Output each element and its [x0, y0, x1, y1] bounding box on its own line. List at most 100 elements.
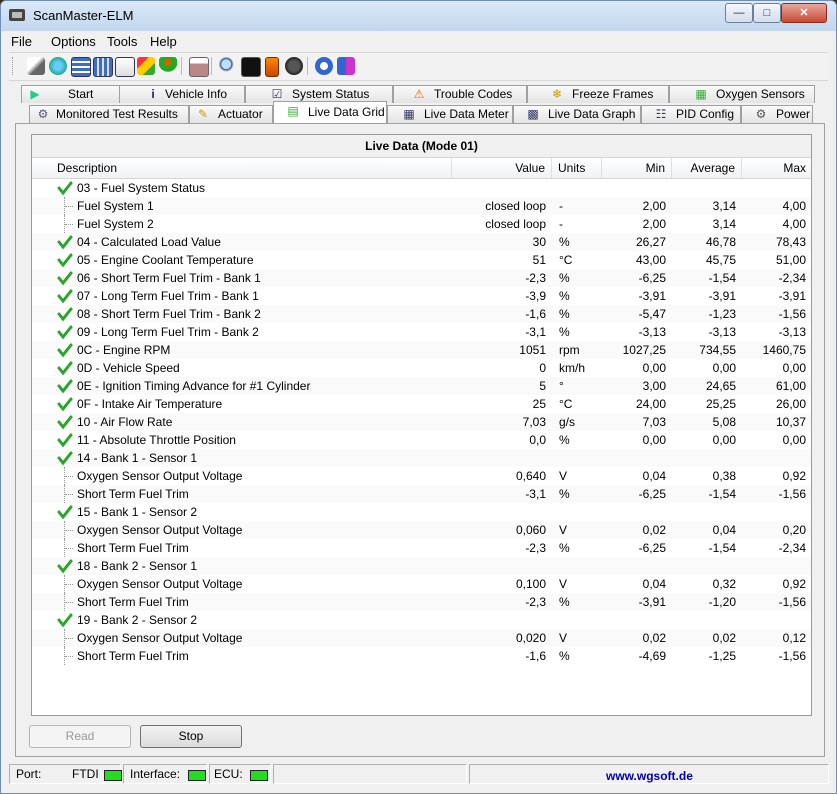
table-row[interactable]: Short Term Fuel Trim -2,3% -6,25 -1,54 -2,34 [32, 539, 811, 557]
table-row[interactable]: 09 - Long Term Fuel Trim - Bank 2 -3,1% -3… [32, 323, 811, 341]
cell-average: 0,04 [712, 523, 736, 537]
battery-icon[interactable] [265, 57, 279, 77]
grid-icon: ▤ [287, 104, 299, 118]
chart-icon[interactable] [115, 57, 135, 77]
cell-description: 05 - Engine Coolant Temperature [77, 253, 254, 267]
close-button[interactable]: ✕ [781, 3, 827, 23]
table-row[interactable]: 15 - Bank 1 - Sensor 2 [32, 503, 811, 521]
table-row[interactable]: 19 - Bank 2 - Sensor 2 [32, 611, 811, 629]
cell-max: 61,00 [775, 379, 806, 393]
table-row[interactable]: 11 - Absolute Throttle Position 0,0% 0,00 0… [32, 431, 811, 449]
cell-average [672, 557, 736, 575]
flag-icon[interactable] [137, 57, 155, 75]
cell-description: 0D - Vehicle Speed [77, 361, 180, 375]
ecu-label: ECU: [214, 767, 243, 781]
globe-icon[interactable] [49, 57, 67, 75]
tab-start[interactable]: ▶ Start [21, 85, 125, 103]
table-row[interactable]: 0F - Intake Air Temperature 25 °C 24,00 25,2… [32, 395, 811, 413]
table-row[interactable]: 18 - Bank 2 - Sensor 1 [32, 557, 811, 575]
column-value[interactable]: Value [452, 158, 552, 178]
grid-icon[interactable] [71, 57, 91, 77]
table-row[interactable]: Oxygen Sensor Output Voltage 0,100 V 0,04 0,… [32, 575, 811, 593]
tab-oxygen-sensors[interactable]: ▦ Oxygen Sensors [669, 85, 815, 103]
table-row[interactable]: 14 - Bank 1 - Sensor 1 [32, 449, 811, 467]
tab-monitored-test-results[interactable]: ⚙ Monitored Test Results [29, 105, 189, 123]
meter-icon: ▦ [403, 107, 415, 121]
table-row[interactable]: 06 - Short Term Fuel Trim - Bank 1 -2,3% -… [32, 269, 811, 287]
table-row[interactable]: Short Term Fuel Trim -3,1% -6,25 -1,54 -1,56 [32, 485, 811, 503]
person-icon[interactable] [159, 57, 177, 75]
grid-header: Description Value Units Min Average Max [32, 158, 811, 179]
column-min[interactable]: Min [602, 158, 672, 178]
cell-max [742, 611, 806, 629]
actuator-icon: ✎ [197, 107, 209, 121]
table-row[interactable]: Oxygen Sensor Output Voltage 0,020 V 0,02 0,… [32, 629, 811, 647]
minimize-button[interactable]: — [725, 3, 753, 23]
table-icon[interactable] [93, 57, 113, 77]
book-icon[interactable] [337, 57, 355, 75]
table-row[interactable]: Oxygen Sensor Output Voltage 0,640 V 0,04 0,… [32, 467, 811, 485]
menu-options[interactable]: Options [51, 34, 96, 49]
table-row[interactable]: 04 - Calculated Load Value 30% 26,27 46,78 7… [32, 233, 811, 251]
table-row[interactable]: Fuel System 2 closed loop - 2,00 3,14 4,00 [32, 215, 811, 233]
cell-units: % [559, 649, 570, 663]
menu-file[interactable]: File [11, 34, 32, 49]
interface-status-led [188, 770, 206, 781]
config-icon: ☷ [655, 107, 667, 121]
table-row[interactable]: 07 - Long Term Fuel Trim - Bank 1 -3,9% -3… [32, 287, 811, 305]
live-data-grid[interactable]: Live Data (Mode 01) Description Value Un… [31, 134, 812, 716]
table-row[interactable]: Fuel System 1 closed loop - 2,00 3,14 4,00 [32, 197, 811, 215]
connect-icon[interactable] [27, 57, 45, 75]
cell-average: 5,08 [712, 415, 736, 429]
table-row[interactable]: 0C - Engine RPM 1051 rpm 1027,25 734,55 1460,… [32, 341, 811, 359]
column-average[interactable]: Average [672, 158, 742, 178]
cell-average: 25,25 [705, 397, 736, 411]
zoom-icon[interactable] [219, 57, 237, 75]
table-row[interactable]: 03 - Fuel System Status [32, 179, 811, 197]
cell-value: 0,020 [515, 631, 546, 645]
tab-power[interactable]: ⚙ Power [741, 105, 813, 123]
info-icon[interactable] [315, 57, 333, 75]
clipboard-icon[interactable] [189, 57, 209, 77]
table-row[interactable]: 10 - Air Flow Rate 7,03 g/s 7,03 5,08 10,37 [32, 413, 811, 431]
cell-value: 0,640 [515, 469, 546, 483]
column-units[interactable]: Units [552, 158, 602, 178]
read-button[interactable]: Read [29, 725, 131, 748]
tab-live-data-graph[interactable]: ▩ Live Data Graph [513, 105, 641, 123]
gauge-icon[interactable] [285, 57, 303, 75]
tab-trouble-codes[interactable]: ⚠ Trouble Codes [393, 85, 527, 103]
stop-button[interactable]: Stop [140, 725, 242, 748]
menu-help[interactable]: Help [150, 34, 177, 49]
cell-value: -1,6 [525, 307, 546, 321]
table-row[interactable]: 0E - Ignition Timing Advance for #1 Cyli… [32, 377, 811, 395]
menu-tools[interactable]: Tools [107, 34, 137, 49]
tab-actuator[interactable]: ✎ Actuator [189, 105, 273, 123]
tab-vehicle-info[interactable]: i Vehicle Info [119, 85, 245, 103]
column-max[interactable]: Max [742, 158, 811, 178]
table-row[interactable]: 05 - Engine Coolant Temperature 51 °C 43,00… [32, 251, 811, 269]
title-bar[interactable]: ScanMaster-ELM — □ ✕ [1, 1, 836, 31]
toolbar-grip[interactable] [12, 57, 16, 75]
maximize-button[interactable]: □ [753, 3, 781, 23]
table-row[interactable]: Short Term Fuel Trim -2,3% -3,91 -1,20 -1,56 [32, 593, 811, 611]
table-row[interactable]: Oxygen Sensor Output Voltage 0,060 V 0,02 0,… [32, 521, 811, 539]
cell-max: 26,00 [775, 397, 806, 411]
cell-value: -3,9 [525, 289, 546, 303]
status-bar: Port: FTDI Interface: ECU: www.wgsoft.de [9, 763, 829, 785]
cell-value: 7,03 [522, 415, 546, 429]
terminal-icon[interactable] [241, 57, 261, 77]
table-row[interactable]: 0D - Vehicle Speed 0 km/h 0,00 0,00 0,00 [32, 359, 811, 377]
column-description[interactable]: Description [32, 158, 452, 178]
tab-freeze-frames[interactable]: ❄ Freeze Frames [527, 85, 669, 103]
tab-live-data-meter[interactable]: ▦ Live Data Meter [387, 105, 513, 123]
tab-live-data-grid[interactable]: ▤ Live Data Grid [273, 101, 387, 123]
cell-value [452, 179, 546, 197]
info-icon: i [151, 87, 155, 101]
checkmark-icon [57, 181, 73, 196]
table-row[interactable]: Short Term Fuel Trim -1,6% -4,69 -1,25 -1,56 [32, 647, 811, 665]
website-link[interactable]: www.wgsoft.de [606, 767, 693, 785]
cell-average: 3,14 [712, 217, 736, 231]
tab-pid-config[interactable]: ☷ PID Config [641, 105, 741, 123]
table-row[interactable]: 08 - Short Term Fuel Trim - Bank 2 -1,6% -… [32, 305, 811, 323]
cell-description: Short Term Fuel Trim [77, 649, 189, 663]
